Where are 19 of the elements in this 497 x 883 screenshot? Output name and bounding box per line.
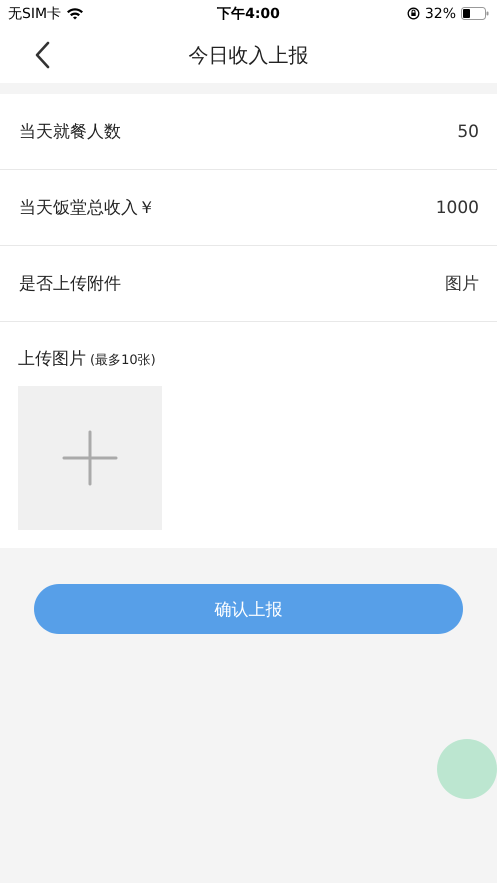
page-title: 今日收入上报 — [188, 42, 308, 68]
field-value: 图片 — [445, 273, 479, 295]
field-value: 1000 — [436, 198, 479, 218]
rotation-lock-icon — [406, 7, 420, 20]
field-label: 是否上传附件 — [19, 273, 121, 295]
battery-text: 32% — [424, 6, 456, 22]
field-label: 当天饭堂总收入￥ — [19, 197, 155, 219]
time-text: 下午4:00 — [217, 6, 280, 22]
upload-limit-note: (最多10张) — [90, 352, 156, 369]
carrier-text: 无SIM卡 — [8, 4, 62, 22]
upload-label: 上传图片 — [18, 348, 86, 370]
wifi-icon — [66, 7, 84, 20]
add-image-button[interactable] — [18, 386, 162, 530]
plus-icon — [62, 430, 118, 486]
field-label: 当天就餐人数 — [19, 121, 121, 143]
battery-icon — [461, 7, 490, 20]
submit-button[interactable]: 确认上报 — [34, 584, 463, 634]
back-icon — [34, 41, 50, 69]
field-value: 50 — [457, 122, 479, 142]
